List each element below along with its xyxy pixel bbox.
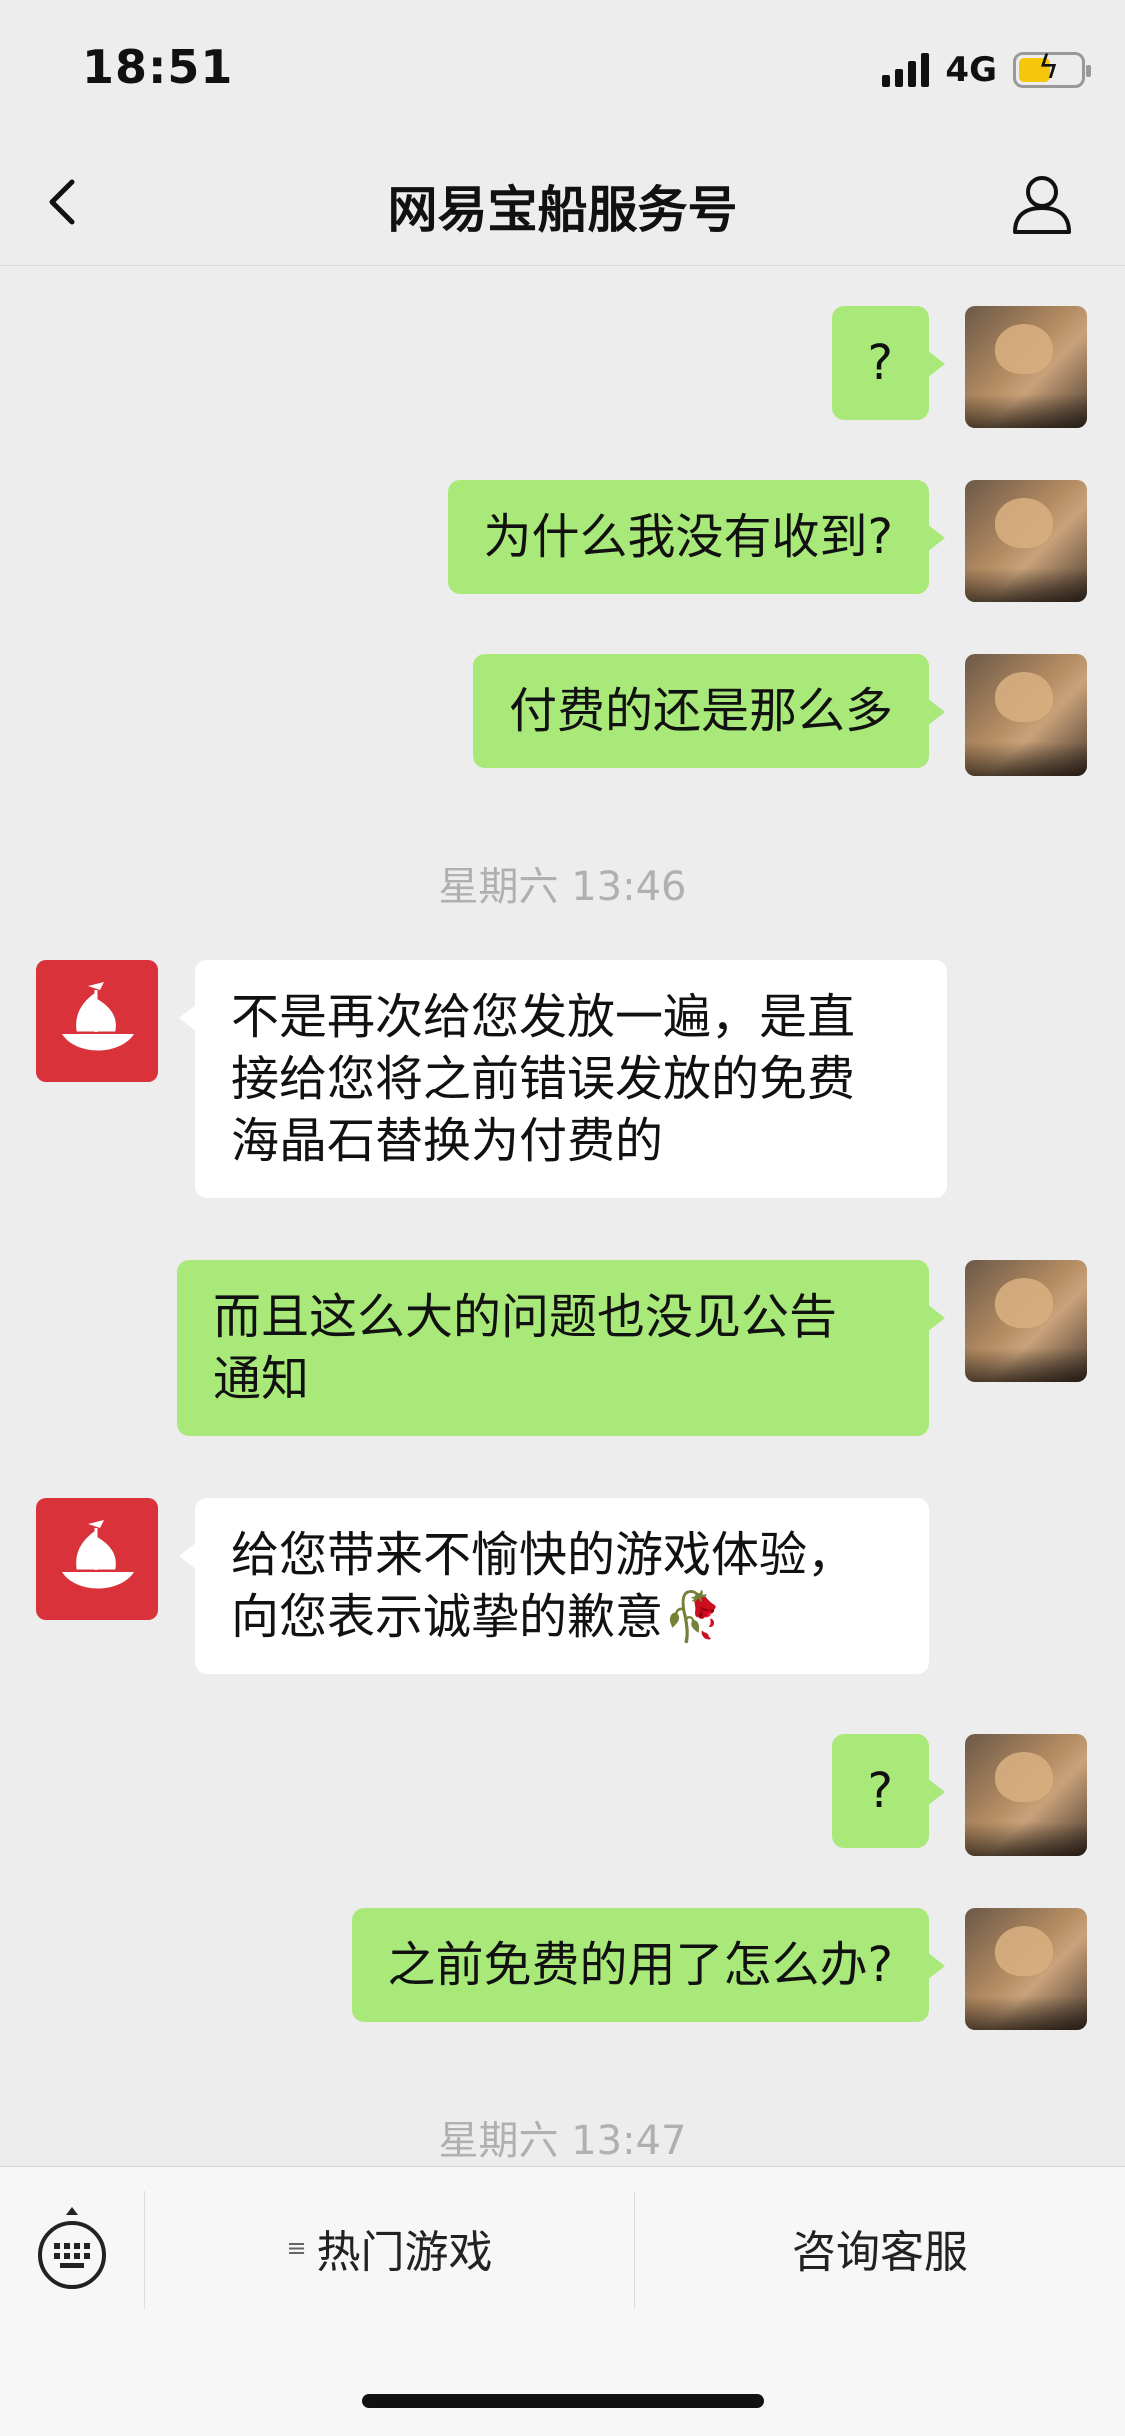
network-label: 4G xyxy=(945,50,997,90)
user-avatar[interactable] xyxy=(965,1908,1087,2030)
menu-item-label: 咨询客服 xyxy=(792,2227,968,2278)
service-avatar[interactable] xyxy=(36,960,158,1082)
chat-timestamp: 星期六 13:47 xyxy=(438,2118,687,2164)
my-message-bubble[interactable]: 而且这么大的问题也没见公告 通知 xyxy=(177,1260,945,1436)
user-avatar[interactable] xyxy=(965,1260,1087,1382)
my-message-bubble[interactable]: ? xyxy=(831,1734,946,1848)
user-avatar[interactable] xyxy=(965,654,1087,776)
page-title: 网易宝船服务号 xyxy=(387,181,738,239)
ship-logo-icon xyxy=(62,982,134,1051)
chat-timestamp: 星期六 13:46 xyxy=(438,864,687,910)
chat-area[interactable]: ? 为什么我没有收到? 付费的还是那么多 星期六 13:46 不是再次给您发放一… xyxy=(0,266,1125,2166)
status-indicators: 4G ϟ xyxy=(882,48,1091,92)
service-message-bubble[interactable]: 不是再次给您发放一遍，是直 接给您将之前错误发放的免费 海晶石替换为付费的 xyxy=(179,960,947,1198)
person-icon[interactable] xyxy=(1009,170,1075,236)
signal-icon xyxy=(882,53,930,87)
keyboard-icon[interactable] xyxy=(36,2205,108,2291)
menu-customer-service[interactable]: 咨询客服 xyxy=(635,2203,1125,2293)
service-message-bubble[interactable]: 给您带来不愉快的游戏体验， 向您表示诚挚的歉意🥀 xyxy=(179,1498,929,1674)
menu-hot-games[interactable]: ≡ 热门游戏 xyxy=(145,2203,634,2293)
ship-logo-icon xyxy=(62,1520,134,1589)
my-message-bubble[interactable]: 之前免费的用了怎么办? xyxy=(351,1908,946,2022)
menu-item-label: 热门游戏 xyxy=(316,2227,493,2278)
user-avatar[interactable] xyxy=(965,480,1087,602)
battery-icon: ϟ xyxy=(1013,51,1091,88)
nav-bar: 网易宝船服务号 xyxy=(0,140,1125,266)
user-avatar[interactable] xyxy=(965,306,1087,428)
my-message-bubble[interactable]: 为什么我没有收到? xyxy=(447,480,946,594)
home-indicator[interactable] xyxy=(362,2394,764,2408)
status-time: 18:51 xyxy=(82,40,234,94)
user-avatar[interactable] xyxy=(965,1734,1087,1856)
submenu-lines-icon: ≡ xyxy=(286,2234,307,2262)
status-bar: 18:51 4G ϟ xyxy=(0,0,1125,140)
service-avatar[interactable] xyxy=(36,1498,158,1620)
my-message-bubble[interactable]: ? xyxy=(831,306,946,420)
my-message-bubble[interactable]: 付费的还是那么多 xyxy=(472,654,946,768)
